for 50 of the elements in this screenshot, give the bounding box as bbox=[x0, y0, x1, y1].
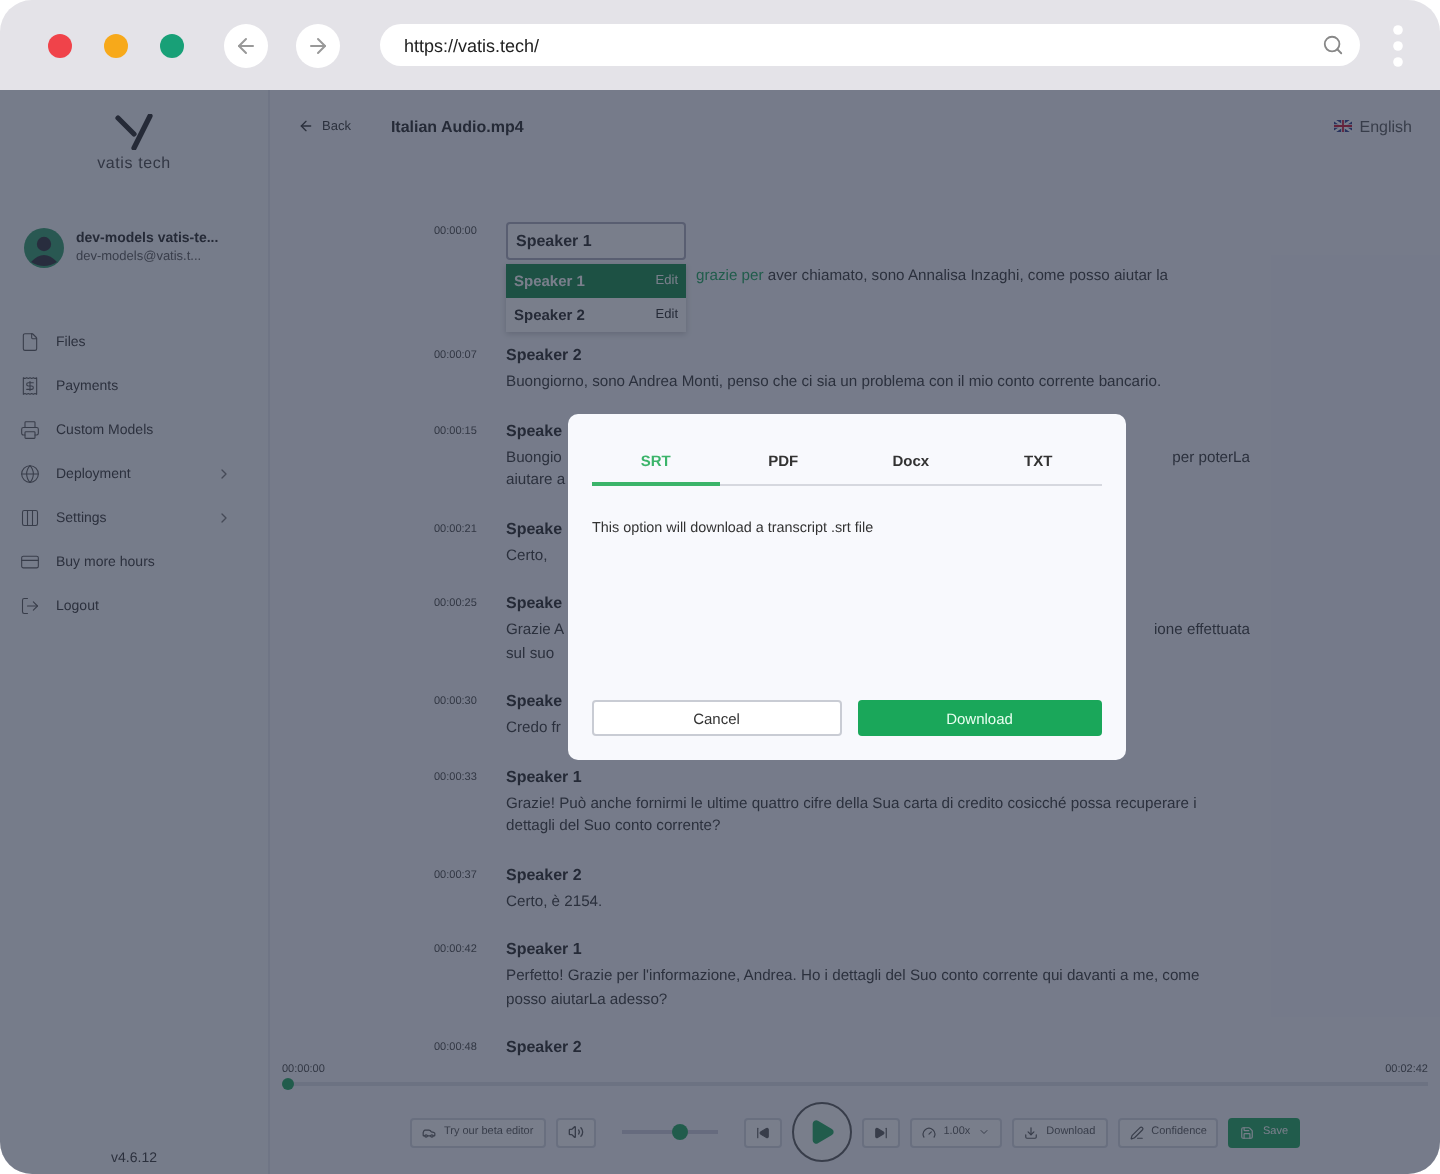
speaker-field[interactable]: Speaker 1 bbox=[506, 222, 686, 260]
volume-button[interactable] bbox=[555, 1117, 596, 1147]
speaker-name: Speake bbox=[506, 519, 563, 539]
play-icon bbox=[807, 1118, 836, 1146]
progress-handle[interactable] bbox=[282, 1078, 294, 1090]
speaker-name: Speaker 2 bbox=[506, 1038, 582, 1058]
speaker-name: Speake bbox=[506, 692, 563, 712]
forward-button[interactable] bbox=[296, 23, 340, 67]
speaker-name: Speaker 2 bbox=[506, 865, 582, 885]
play-button[interactable] bbox=[791, 1102, 852, 1162]
speaker-name: Speaker 1 bbox=[506, 767, 582, 787]
speaker-name: Speake bbox=[506, 594, 563, 614]
logout-icon bbox=[20, 596, 40, 616]
arrow-left-icon bbox=[234, 33, 258, 57]
speaker-name: Speaker 2 bbox=[506, 346, 582, 366]
speaker-name: Speake bbox=[506, 421, 563, 441]
brand-name: vatis tech bbox=[97, 154, 171, 172]
previous-button[interactable] bbox=[743, 1117, 782, 1147]
address-bar[interactable]: https://vatis.tech/ bbox=[380, 24, 1360, 66]
logo-icon bbox=[114, 114, 154, 150]
next-button[interactable] bbox=[861, 1117, 900, 1147]
flag-icon bbox=[1333, 120, 1352, 132]
file-title: Italian Audio.mp4 bbox=[390, 117, 524, 135]
skip-forward-icon bbox=[873, 1125, 888, 1139]
arrow-left-icon bbox=[298, 118, 314, 134]
search-icon[interactable] bbox=[1322, 34, 1344, 56]
speaker-name: Speaker 1 bbox=[506, 940, 582, 960]
file-icon bbox=[20, 332, 40, 352]
minimize-dot[interactable] bbox=[104, 33, 128, 57]
volume-handle[interactable] bbox=[671, 1124, 687, 1140]
avatar bbox=[24, 228, 64, 268]
receipt-icon bbox=[20, 376, 40, 396]
language-selector[interactable]: English bbox=[1333, 117, 1412, 135]
save-icon bbox=[1240, 1125, 1255, 1139]
skip-back-icon bbox=[755, 1125, 770, 1139]
card-icon bbox=[20, 552, 40, 572]
pen-icon bbox=[1129, 1125, 1144, 1139]
gauge-icon bbox=[921, 1125, 936, 1139]
download-icon bbox=[1024, 1125, 1039, 1139]
back-button[interactable] bbox=[224, 23, 268, 67]
printer-icon bbox=[20, 420, 40, 440]
caret-icon bbox=[978, 1126, 991, 1138]
car-icon bbox=[421, 1125, 436, 1139]
maximize-dot[interactable] bbox=[160, 33, 184, 57]
globe-icon bbox=[20, 464, 40, 484]
arrow-right-icon bbox=[306, 33, 330, 57]
close-dot[interactable] bbox=[48, 33, 72, 57]
url-text: https://vatis.tech/ bbox=[404, 35, 540, 55]
columns-icon bbox=[20, 508, 40, 528]
volume-icon bbox=[567, 1124, 584, 1140]
